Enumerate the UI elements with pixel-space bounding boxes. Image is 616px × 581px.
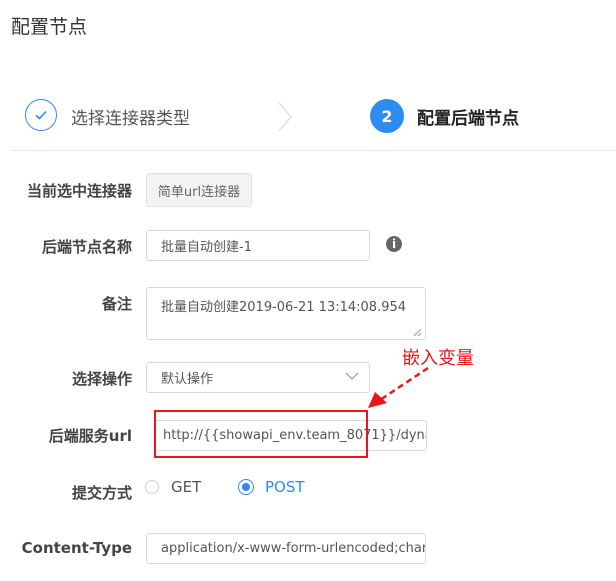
content-type-label: Content-Type [21, 539, 132, 557]
node-name-label: 后端节点名称 [41, 238, 132, 256]
chevron-down-icon [345, 372, 359, 380]
radio-get-label: GET [171, 478, 202, 496]
info-icon[interactable]: i [386, 236, 402, 252]
remark-textarea[interactable]: 批量自动创建2019-06-21 13:14:08.954 [146, 287, 426, 340]
radio-post-circle[interactable] [238, 479, 254, 495]
remark-label: 备注 [101, 295, 132, 313]
operation-label: 选择操作 [71, 370, 132, 388]
step-1-label: 选择连接器类型 [71, 109, 190, 129]
annotation-arrow-icon [368, 366, 429, 408]
check-icon [35, 110, 47, 120]
radio-post[interactable]: POST [238, 478, 305, 496]
operation-select[interactable]: 默认操作 [146, 362, 370, 393]
remark-value: 批量自动创建2019-06-21 13:14:08.954 [161, 300, 407, 315]
connector-tag: 简单url连接器 [146, 173, 252, 207]
radio-get-circle[interactable] [145, 480, 159, 494]
submit-method-label: 提交方式 [71, 484, 132, 502]
page-title: 配置节点 [11, 16, 88, 38]
connector-label: 当前选中连接器 [26, 182, 132, 200]
step-separator-chevron-icon [278, 102, 292, 132]
content-type-input[interactable]: application/x-www-form-urlencoded;chars [146, 533, 426, 564]
radio-post-label: POST [265, 478, 305, 496]
radio-get[interactable]: GET [145, 478, 201, 496]
operation-value: 默认操作 [161, 372, 214, 387]
node-name-input[interactable]: 批量自动创建-1 [146, 230, 370, 261]
service-url-label: 后端服务url [48, 427, 132, 445]
step-1-done-indicator [25, 99, 57, 131]
step-2-label: 配置后端节点 [417, 109, 519, 129]
step-2-number: 2 [370, 99, 404, 133]
resize-handle-icon[interactable] [412, 327, 422, 337]
divider [10, 150, 616, 151]
variable-highlight-box [154, 410, 368, 458]
node-name-value: 批量自动创建-1 [161, 240, 252, 255]
content-type-value: application/x-www-form-urlencoded;chars [161, 541, 426, 556]
